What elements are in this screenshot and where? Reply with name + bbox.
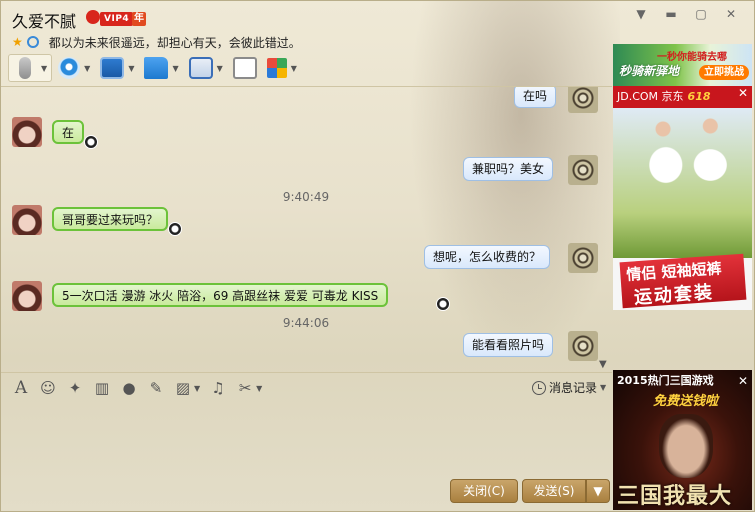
voice-message-icon[interactable]: ● bbox=[120, 379, 138, 397]
chevron-down-icon[interactable]: ▼ bbox=[217, 64, 223, 73]
message-bubble[interactable]: 在吗 bbox=[514, 87, 557, 108]
ad-banner-top[interactable]: 一秒你能骑去哪 秒骑新驿地 立即挑战 bbox=[613, 44, 752, 86]
message-history-button[interactable]: 消息记录 ▼ bbox=[532, 379, 606, 396]
chevron-down-icon[interactable]: ▼ bbox=[84, 64, 90, 73]
music-icon[interactable]: ♫ bbox=[209, 379, 227, 397]
maximize-icon[interactable]: ▢ bbox=[693, 6, 709, 22]
close-icon[interactable]: ✕ bbox=[723, 6, 739, 22]
message-bubble[interactable]: 哥哥要过来玩吗？ bbox=[52, 207, 169, 231]
chevron-down-icon[interactable]: ▼ bbox=[291, 64, 297, 73]
magic-wand-icon[interactable]: ✦ bbox=[66, 379, 84, 397]
my-avatar[interactable] bbox=[568, 155, 598, 185]
message-history-label: 消息记录 bbox=[549, 381, 598, 395]
ad-banner-game[interactable]: 2015热门三国游戏 ✕ 免费送钱啦 三国我最大 bbox=[613, 370, 752, 510]
edit-icon[interactable]: ✎ bbox=[147, 379, 165, 397]
message-bubble[interactable]: 在 bbox=[52, 120, 85, 144]
camera-icon bbox=[58, 57, 81, 79]
vip-penguin-icon bbox=[86, 10, 100, 24]
window-controls: ▼ ▬ ▢ ✕ bbox=[633, 6, 739, 22]
ad-line2: 运动套装 bbox=[633, 281, 715, 309]
ad-close-icon[interactable]: ✕ bbox=[738, 374, 748, 388]
apps-button[interactable]: ▼ bbox=[263, 54, 301, 82]
signature-row: ★ 都以为未来很遥远，却担心有天，会彼此错过。 bbox=[12, 34, 301, 50]
title-bar: 久爱不腻 VIP4 年 ▼ ▬ ▢ ✕ bbox=[0, 0, 755, 32]
remote-desktop-button[interactable]: ▼ bbox=[96, 54, 138, 82]
sender-badge-icon bbox=[436, 297, 450, 311]
chat-history[interactable]: 在吗 在 兼职吗？美女 9:40:49 哥哥要过来玩吗？ 想呢，怎么收费的？ 5… bbox=[0, 87, 612, 370]
menu-dropdown-icon[interactable]: ▼ bbox=[633, 6, 649, 22]
image-icon[interactable]: ▨ bbox=[174, 379, 192, 397]
chat-toolbar: ▼ ▼ ▼ ▼ ▼ ▼ bbox=[8, 53, 301, 83]
message-bubble[interactable]: 5一次口活 漫游 冰火 陪浴，69 高跟丝袜 爱爱 可毒龙 KISS bbox=[52, 283, 389, 307]
chevron-down-icon[interactable]: ▼ bbox=[194, 384, 200, 393]
contact-name[interactable]: 久爱不腻 bbox=[12, 8, 76, 32]
vip-badge[interactable]: VIP4 bbox=[100, 12, 134, 26]
send-file-button[interactable]: ▼ bbox=[140, 54, 182, 82]
emoji-icon[interactable]: ☺ bbox=[39, 379, 57, 397]
voice-call-button[interactable]: ▼ bbox=[8, 54, 53, 82]
ad-cta-button[interactable]: 立即挑战 bbox=[699, 65, 749, 80]
screenshot-scissors-icon[interactable]: ✂ bbox=[236, 379, 254, 397]
scroll-down-icon[interactable]: ▼ bbox=[599, 359, 607, 370]
contact-avatar[interactable] bbox=[12, 205, 42, 235]
ad-title: 一秒你能骑去哪 bbox=[657, 52, 727, 63]
sender-badge-icon bbox=[84, 135, 98, 149]
ad-banner-jd[interactable]: JD.COM 京东 618 ✕ 情侣 短袖短裤 运动套装 bbox=[613, 86, 752, 310]
my-avatar[interactable] bbox=[568, 243, 598, 273]
star-icon[interactable]: ★ bbox=[12, 35, 23, 49]
screen-share-button[interactable]: ▼ bbox=[185, 54, 227, 82]
send-button[interactable]: 发送(S) bbox=[522, 479, 586, 503]
chevron-down-icon[interactable]: ▼ bbox=[128, 64, 134, 73]
send-options-button[interactable]: ▼ bbox=[586, 479, 610, 503]
ad-game-title: 三国我最大 bbox=[617, 484, 733, 509]
message-bubble[interactable]: 能看看照片吗 bbox=[463, 333, 554, 357]
microphone-icon bbox=[19, 57, 31, 79]
close-button[interactable]: 关闭(C) bbox=[450, 479, 518, 503]
chevron-down-icon[interactable]: ▼ bbox=[41, 64, 47, 73]
font-icon[interactable]: A bbox=[12, 378, 30, 398]
ad-slogan-banner: 情侣 短袖短裤 运动套装 bbox=[619, 253, 747, 309]
message-bubble[interactable]: 兼职吗？美女 bbox=[463, 157, 554, 181]
chevron-down-icon[interactable]: ▼ bbox=[256, 384, 262, 393]
my-avatar[interactable] bbox=[568, 331, 598, 361]
ad-brand-bar: JD.COM 京东 618 bbox=[613, 86, 752, 108]
chevron-down-icon[interactable]: ▼ bbox=[172, 64, 178, 73]
contact-avatar[interactable] bbox=[12, 117, 42, 147]
ad-close-icon[interactable]: ✕ bbox=[738, 86, 748, 100]
note-add-icon bbox=[232, 57, 257, 79]
folder-icon bbox=[144, 57, 169, 79]
message-bubble[interactable]: 想呢，怎么收费的？ bbox=[424, 245, 551, 269]
video-call-button[interactable]: ▼ bbox=[54, 54, 94, 82]
ad-headline: 2015热门三国游戏 bbox=[617, 374, 714, 387]
minimize-icon[interactable]: ▬ bbox=[663, 6, 679, 22]
ad-logo: 秒骑新驿地 bbox=[619, 64, 680, 78]
ad-promo: 618 bbox=[687, 90, 711, 103]
ad-character-image bbox=[659, 414, 713, 478]
signature-text: 都以为未来很遥远，却担心有天，会彼此错过。 bbox=[48, 35, 301, 50]
monitor-icon bbox=[188, 57, 213, 79]
screen-icon bbox=[100, 57, 125, 79]
message-timestamp: 9:40:49 bbox=[282, 190, 330, 204]
input-divider bbox=[0, 372, 612, 373]
video-clip-icon[interactable]: ▥ bbox=[93, 379, 111, 397]
message-timestamp: 9:44:06 bbox=[282, 316, 330, 330]
contact-avatar[interactable] bbox=[12, 281, 42, 311]
ad-subline: 免费送钱啦 bbox=[653, 394, 719, 409]
my-avatar[interactable] bbox=[568, 87, 598, 113]
ad-photo bbox=[613, 108, 752, 258]
note-button[interactable] bbox=[229, 54, 261, 82]
ad-brand: JD.COM 京东 bbox=[617, 90, 684, 103]
sender-badge-icon bbox=[168, 222, 182, 236]
input-toolbar: A ☺ ✦ ▥ ● ✎ ▨ ▼ ♫ ✂ ▼ bbox=[12, 378, 262, 398]
chevron-down-icon: ▼ bbox=[600, 383, 607, 392]
apps-grid-icon bbox=[266, 58, 287, 78]
qzone-icon[interactable] bbox=[26, 36, 39, 48]
vip-year-badge: 年 bbox=[132, 12, 146, 26]
clock-icon bbox=[532, 380, 546, 395]
